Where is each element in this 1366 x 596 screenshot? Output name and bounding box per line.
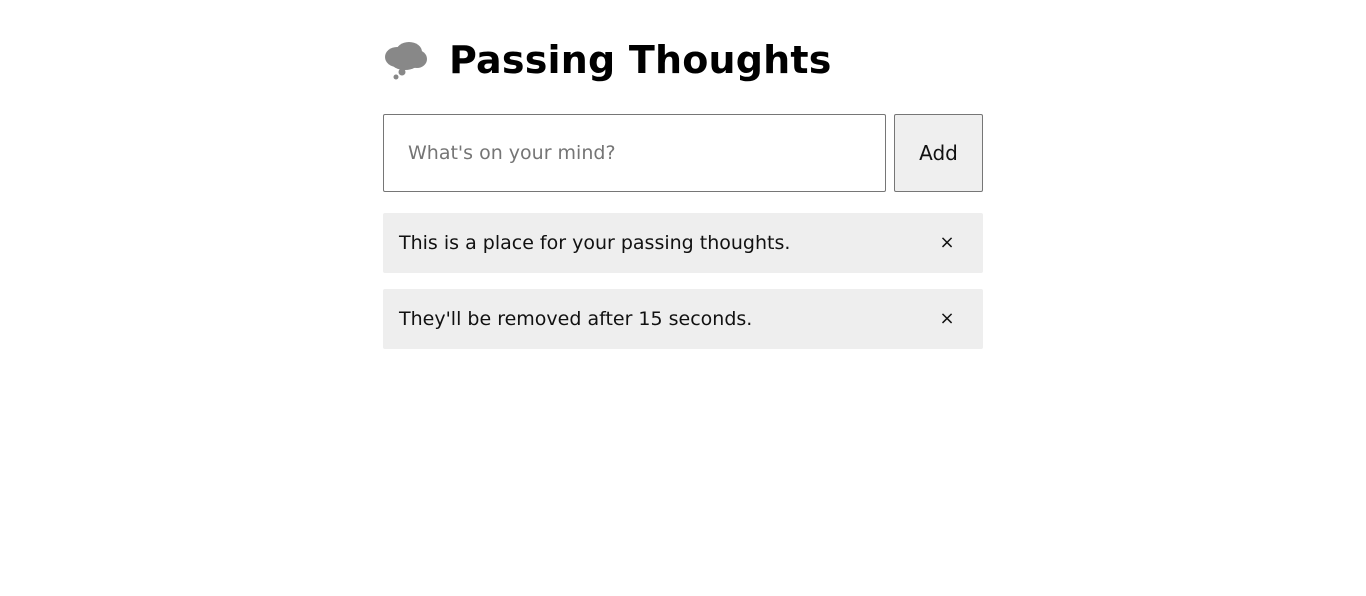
add-thought-form: Add <box>383 114 983 192</box>
page-title: Passing Thoughts <box>449 38 832 82</box>
thought-input[interactable] <box>383 114 886 192</box>
app-container: Passing Thoughts Add This is a place for… <box>383 0 983 365</box>
thought-balloon-icon <box>383 41 429 81</box>
remove-thought-button[interactable]: × <box>935 231 959 255</box>
thought-text: This is a place for your passing thought… <box>399 232 791 254</box>
thought-list: This is a place for your passing thought… <box>383 213 983 349</box>
header: Passing Thoughts <box>383 29 983 91</box>
add-button[interactable]: Add <box>894 114 983 192</box>
thought-text: They'll be removed after 15 seconds. <box>399 308 753 330</box>
thought-item: They'll be removed after 15 seconds. × <box>383 289 983 349</box>
remove-thought-button[interactable]: × <box>935 307 959 331</box>
thought-item: This is a place for your passing thought… <box>383 213 983 273</box>
